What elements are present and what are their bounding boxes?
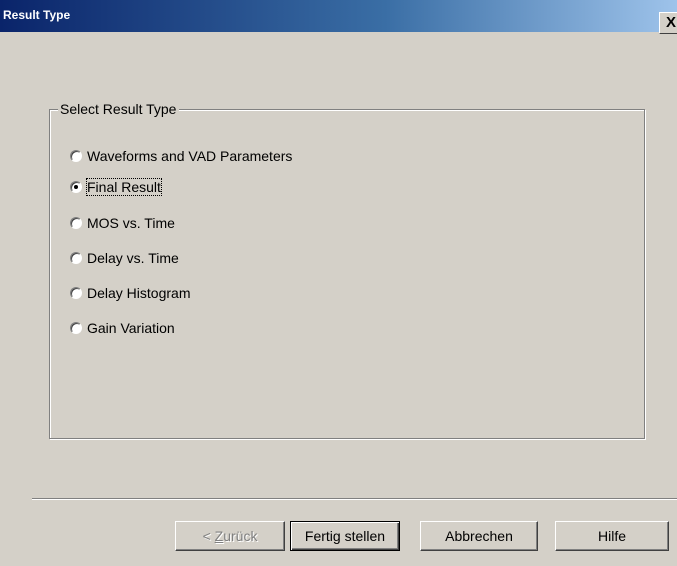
option-delay-vs-time[interactable]: Delay vs. Time [70,248,179,268]
option-label: Gain Variation [87,320,175,336]
radio-button[interactable] [70,217,82,229]
groupbox-legend: Select Result Type [58,101,180,118]
radio-button[interactable] [70,287,82,299]
help-button[interactable]: Hilfe [555,521,669,551]
finish-button[interactable]: Fertig stellen [290,521,400,551]
button-separator [32,498,677,500]
option-final-result[interactable]: Final Result [70,177,162,197]
radio-button[interactable] [70,322,82,334]
finish-button-label: Fertig stellen [304,528,386,544]
back-button-label: urück [223,528,258,544]
help-button-label: Hilfe [597,528,626,544]
back-button-mnemonic: Z [214,528,224,544]
close-icon: X [666,14,677,31]
option-mos-vs-time[interactable]: MOS vs. Time [70,213,175,233]
option-delay-histogram[interactable]: Delay Histogram [70,283,190,303]
radio-button[interactable] [70,150,82,162]
option-gain-variation[interactable]: Gain Variation [70,318,175,338]
cancel-button[interactable]: Abbrechen [420,521,538,551]
option-label: Waveforms and VAD Parameters [87,148,293,164]
back-button-prefix: < [202,528,215,544]
title-bar[interactable]: Result Type [0,0,677,32]
back-button[interactable]: < Zurück [175,521,285,551]
radio-button[interactable] [70,252,82,264]
option-label: MOS vs. Time [87,215,175,231]
option-label: Final Result [86,178,162,196]
result-type-dialog: Result Type X Select Result Type Wavefor… [0,0,677,566]
radio-button-selected[interactable] [70,181,82,193]
cancel-button-label: Abbrechen [445,528,513,544]
window-title: Result Type [3,8,71,22]
close-button[interactable]: X [659,12,677,34]
option-waveforms-vad[interactable]: Waveforms and VAD Parameters [70,146,292,166]
option-label: Delay vs. Time [87,250,179,266]
option-label: Delay Histogram [87,285,191,301]
